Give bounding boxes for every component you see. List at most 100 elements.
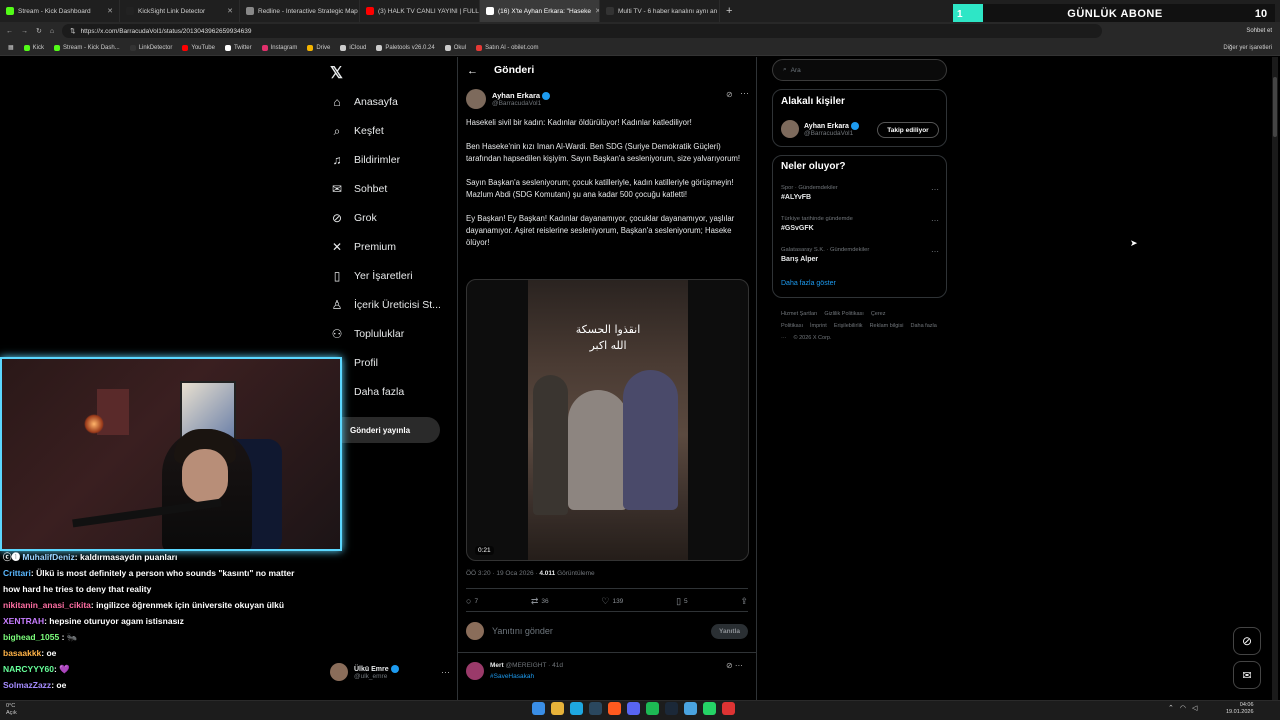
share-button[interactable]: ⇪ bbox=[740, 596, 748, 607]
more-icon[interactable]: ⊘ ⋯ bbox=[726, 661, 743, 670]
grok-fab-icon[interactable]: ⊘ bbox=[1233, 627, 1261, 655]
weather-widget[interactable]: 0°C Açık bbox=[6, 703, 17, 717]
reply-button[interactable]: ○ 7 bbox=[466, 596, 478, 606]
messages-fab-icon[interactable]: ✉ bbox=[1233, 661, 1261, 689]
spotify-icon[interactable] bbox=[646, 702, 659, 715]
bookmark-item[interactable]: Instagram bbox=[261, 44, 297, 51]
obs-icon[interactable] bbox=[608, 702, 621, 715]
hashtag-link[interactable]: #SaveHasakah bbox=[490, 673, 534, 680]
footer-link[interactable]: Erişilebilirlik bbox=[834, 323, 863, 329]
nav-item[interactable]: ⊘ Grok bbox=[330, 209, 377, 227]
video-frame[interactable]: انقذوا الحسكة الله اكبر bbox=[528, 280, 688, 560]
nav-item[interactable]: ▯ Yer İşaretleri bbox=[330, 267, 413, 285]
browser-tab[interactable]: Stream - Kick Dashboard ✕ bbox=[0, 0, 120, 22]
tweet-author[interactable]: Ayhan Erkara @BarracudaVol1 bbox=[466, 89, 551, 109]
trend-item[interactable]: Galatasaray S.K. · Gündemdekiler Barış Al… bbox=[781, 247, 941, 263]
footer-link[interactable]: Reklam bilgisi bbox=[870, 323, 904, 329]
reload-icon[interactable]: ↻ bbox=[36, 27, 42, 35]
scrollbar[interactable] bbox=[1272, 57, 1278, 700]
start-icon[interactable] bbox=[532, 702, 545, 715]
browser-chat-button[interactable]: Sohbet et bbox=[1246, 28, 1272, 34]
browser-tab[interactable]: (3) HALK TV CANLI YAYINI | FULL✕ bbox=[360, 0, 480, 22]
chat-username[interactable]: MuhalifDeniz bbox=[22, 552, 74, 562]
app-icon[interactable] bbox=[684, 702, 697, 715]
reply-submit-button[interactable]: Yanıtla bbox=[711, 623, 748, 639]
trend-item[interactable]: Türkiye tarihinde gündemde #GSvGFK ⋯ bbox=[781, 216, 941, 232]
nav-item[interactable]: ✉ Sohbet bbox=[330, 180, 387, 198]
nav-item[interactable]: ♫ Bildirimler bbox=[330, 151, 401, 169]
chat-username[interactable]: XENTRAH bbox=[3, 616, 44, 626]
browser-tab[interactable]: KickSight Link Detector ✕ bbox=[120, 0, 240, 22]
steam-icon[interactable] bbox=[665, 702, 678, 715]
footer-link[interactable]: Gizlilik Politikası bbox=[824, 311, 863, 317]
chat-username[interactable]: Crittari bbox=[3, 568, 31, 578]
bookmark-item[interactable]: YouTube bbox=[182, 44, 215, 51]
bookmark-item[interactable]: Satın Al - obilet.com bbox=[476, 44, 538, 51]
chat-username[interactable]: basaakkk bbox=[3, 648, 41, 658]
discord-icon[interactable] bbox=[627, 702, 640, 715]
bookmark-item[interactable]: Twitter bbox=[224, 44, 252, 51]
browser-tab[interactable]: Redline - Interactive Strategic Map✕ bbox=[240, 0, 360, 22]
bookmark-button[interactable]: ▯ 5 bbox=[676, 596, 688, 607]
grok-explain-icon[interactable]: ⊘ bbox=[726, 90, 733, 99]
chat-username[interactable]: nikitanin_anasi_cikita bbox=[3, 600, 91, 610]
chat-username[interactable]: bighead_1055 bbox=[3, 632, 59, 642]
forward-icon[interactable]: → bbox=[21, 28, 28, 35]
footer-link[interactable]: Hizmet Şartları bbox=[781, 311, 817, 317]
chrome-icon[interactable] bbox=[722, 702, 735, 715]
edge-icon[interactable] bbox=[570, 702, 583, 715]
wifi-icon[interactable]: ◠ bbox=[1180, 704, 1186, 712]
nav-item[interactable]: ✕ Premium bbox=[330, 238, 396, 256]
more-icon[interactable]: ⋯ bbox=[931, 216, 939, 225]
tweet-time[interactable]: ÖÖ 3:20 · 19 Oca 2026 · bbox=[466, 570, 539, 577]
more-icon[interactable]: ⋯ bbox=[931, 185, 939, 194]
bookmark-item[interactable]: LinkDetector bbox=[129, 44, 172, 51]
close-icon[interactable]: ✕ bbox=[227, 7, 233, 15]
show-more-link[interactable]: Daha fazla göster bbox=[781, 280, 836, 287]
nav-item[interactable]: ♙ İçerik Üreticisi St... bbox=[330, 296, 441, 314]
more-icon[interactable]: ⋯ bbox=[931, 247, 939, 256]
x-logo[interactable]: 𝕏 bbox=[330, 63, 343, 83]
related-user[interactable]: Ayhan Erkara @BarracudaVol1 bbox=[781, 120, 859, 138]
bookmark-item[interactable]: Paletools v26.0.24 bbox=[376, 44, 435, 51]
chat-username[interactable]: SolmazZazz bbox=[3, 680, 51, 690]
post-button[interactable]: Gönderi yayınla bbox=[330, 417, 440, 443]
bookmark-apps-icon[interactable]: ▦ bbox=[8, 44, 14, 51]
bookmark-item[interactable]: Drive bbox=[307, 44, 330, 51]
other-bookmarks[interactable]: Diğer yer işaretleri bbox=[1223, 45, 1272, 51]
browser-tab[interactable]: (16) X'te Ayhan Erkara: "Haseke✕ bbox=[480, 0, 600, 22]
author-handle[interactable]: @BarracudaVol1 bbox=[492, 100, 550, 107]
avatar[interactable] bbox=[466, 89, 486, 109]
whatsapp-icon[interactable] bbox=[703, 702, 716, 715]
chat-username[interactable]: NARCYYY60 bbox=[3, 664, 54, 674]
footer-link[interactable]: © 2026 X Corp. bbox=[794, 335, 832, 341]
search-input[interactable]: ⌕ Ara bbox=[772, 59, 947, 81]
following-button[interactable]: Takip ediliyor bbox=[877, 122, 939, 138]
new-tab-icon[interactable]: + bbox=[726, 5, 732, 17]
taskbar-clock[interactable]: 04:06 19.01.2026 bbox=[1226, 702, 1254, 716]
avatar[interactable] bbox=[781, 120, 799, 138]
scrollbar-thumb[interactable] bbox=[1273, 77, 1277, 137]
trend-item[interactable]: Spor · Gündemdekiler #ALYvFB ⋯ bbox=[781, 185, 941, 201]
footer-link[interactable]: İmprint bbox=[810, 323, 827, 329]
back-icon[interactable]: ← bbox=[6, 28, 13, 35]
bookmark-item[interactable]: Kick bbox=[23, 44, 44, 51]
nav-item[interactable]: ⌂ Anasayfa bbox=[330, 93, 397, 111]
tweet-video[interactable]: انقذوا الحسكة الله اكبر 0:21 bbox=[466, 279, 749, 561]
like-button[interactable]: ♡ 139 bbox=[601, 596, 623, 607]
more-icon[interactable]: ⋯ bbox=[740, 88, 749, 99]
more-icon[interactable]: ⋯ bbox=[441, 667, 450, 678]
back-arrow-icon[interactable]: ← bbox=[467, 65, 478, 77]
avatar[interactable] bbox=[466, 662, 484, 680]
repost-button[interactable]: ⇄ 36 bbox=[531, 596, 549, 607]
bookmark-item[interactable]: Okul bbox=[444, 44, 466, 51]
nav-item[interactable]: ⚇ Topluluklar bbox=[330, 325, 405, 343]
reply-input[interactable]: Yanıtını gönder bbox=[492, 626, 553, 636]
home-button-icon[interactable]: ⌂ bbox=[50, 28, 54, 35]
account-switcher[interactable]: Ülkü Emre @ulk_emre ⋯ bbox=[330, 660, 450, 684]
bookmark-item[interactable]: Stream - Kick Dash... bbox=[54, 44, 120, 51]
related-user-name[interactable]: Ayhan Erkara bbox=[804, 121, 859, 130]
nav-item[interactable]: ⌕ Keşfet bbox=[330, 122, 384, 140]
browser-tab[interactable]: Multi TV - 6 haber kanalını aynı an✕ bbox=[600, 0, 720, 22]
chevron-up-icon[interactable]: ⌃ bbox=[1168, 704, 1174, 712]
